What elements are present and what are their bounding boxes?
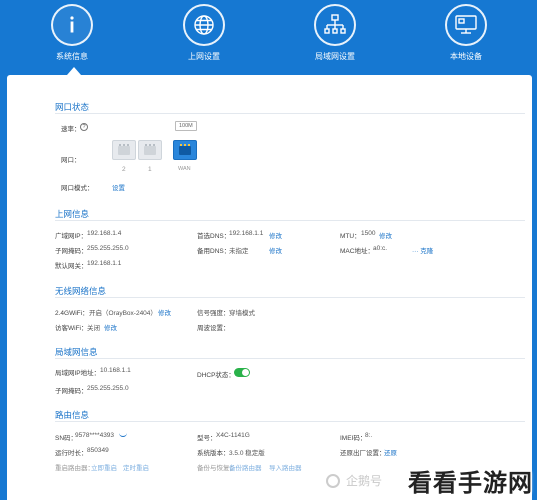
- divider: [55, 358, 525, 359]
- dhcp-status-label: DHCP状态：: [197, 372, 235, 379]
- primary-dns-value: 192.168.1.1: [229, 230, 264, 237]
- lan-port-1: [138, 140, 162, 160]
- mtu-edit-link[interactable]: 修改: [379, 230, 392, 240]
- nav-item-internet-settings[interactable]: 上网设置: [159, 4, 249, 62]
- top-nav: 系统信息 上网设置 局域网设置 本地设备: [0, 0, 537, 75]
- scheduled-reboot-link[interactable]: 定时重启: [123, 462, 149, 472]
- nav-item-lan-settings[interactable]: 局域网设置: [290, 4, 380, 62]
- version-value: 3.5.0 稳定版: [229, 450, 265, 457]
- mtu-value: 1500: [361, 230, 376, 237]
- monitor-icon: [445, 4, 487, 46]
- port-mode-label: 网口模式：: [61, 185, 94, 192]
- mtu-label: MTU：: [340, 233, 361, 240]
- info-icon: [51, 4, 93, 46]
- divider: [55, 421, 525, 422]
- imei-value: 8:.: [365, 432, 373, 439]
- subnet-value: 255.255.255.0: [87, 245, 129, 252]
- reboot-now-link[interactable]: 立即重启: [91, 462, 117, 472]
- section-title-lan-info: 局域网信息: [55, 347, 98, 357]
- mac-clone-link[interactable]: ··· 克隆: [412, 245, 433, 255]
- nav-label: 上网设置: [188, 52, 220, 61]
- lan-subnet-label: 子网掩码：: [55, 388, 88, 395]
- model-value: X4C-1141G: [216, 432, 250, 439]
- divider: [55, 220, 525, 221]
- backup-router-link[interactable]: 备份路由器: [229, 462, 262, 472]
- nav-item-system-info[interactable]: 系统信息: [27, 4, 117, 62]
- version-label: 系统版本：: [197, 450, 230, 457]
- signal-strength-value: 穿墙模式: [229, 310, 255, 317]
- wifi-value: 开启（OrayBox-2404）: [89, 310, 157, 317]
- uptime-label: 运行时长：: [55, 450, 88, 457]
- mac-label: MAC地址：: [340, 248, 374, 255]
- loading-icon: [119, 432, 127, 437]
- rate-label: 速率：: [61, 126, 81, 133]
- factory-reset-link[interactable]: 还原: [384, 447, 397, 457]
- guest-wifi-value: 关闭: [87, 325, 100, 332]
- section-title-router-info: 路由信息: [55, 410, 90, 420]
- port-mode-settings-link[interactable]: 设置: [112, 182, 125, 192]
- nav-label: 系统信息: [56, 52, 88, 61]
- section-title-port-status: 网口状态: [55, 102, 90, 112]
- section-title-internet-info: 上网信息: [55, 209, 90, 219]
- active-nav-pointer: [67, 67, 81, 75]
- nav-label: 局域网设置: [315, 52, 355, 61]
- port-number: WAN: [178, 166, 191, 172]
- help-icon[interactable]: ?: [80, 123, 88, 131]
- signal-strength-label: 信号强度：: [197, 310, 230, 317]
- guest-wifi-edit-link[interactable]: 修改: [104, 322, 117, 332]
- port-label: 网口：: [61, 157, 81, 164]
- speed-badge: 100M: [175, 121, 197, 131]
- section-title-wireless-info: 无线网络信息: [55, 286, 107, 296]
- watermark-right: 看看手游网: [408, 470, 533, 497]
- lan-subnet-value: 255.255.255.0: [87, 385, 129, 392]
- lan-port-2: [112, 140, 136, 160]
- globe-icon: [183, 4, 225, 46]
- imei-label: IMEI码：: [340, 435, 367, 442]
- wan-ip-label: 广域网IP：: [55, 233, 88, 240]
- wifi-label: 2.4GWiFi：: [55, 310, 89, 317]
- penguin-logo-icon: [326, 474, 340, 488]
- port-number: 1: [148, 166, 152, 173]
- nav-label: 本地设备: [450, 52, 482, 61]
- import-router-link[interactable]: 导入路由器: [269, 462, 302, 472]
- sn-value: 9578****4393: [75, 432, 115, 439]
- gateway-label: 默认网关：: [55, 263, 88, 270]
- divider: [55, 113, 525, 114]
- uptime-value: 850349: [87, 447, 109, 454]
- weekly-settings-label: 周波设置：: [197, 325, 230, 332]
- system-info-panel: 网口状态 速率： ? 100M 网口： 2 1 WAN 网口模式： 设置 上网信…: [7, 75, 532, 500]
- primary-dns-edit-link[interactable]: 修改: [269, 230, 282, 240]
- wifi-edit-link[interactable]: 修改: [158, 307, 171, 317]
- divider: [55, 297, 525, 298]
- nav-item-local-devices[interactable]: 本地设备: [421, 4, 511, 62]
- lan-ip-label: 局域网IP地址：: [55, 370, 101, 377]
- port-number: 2: [122, 166, 126, 173]
- primary-dns-label: 首选DNS：: [197, 233, 231, 240]
- secondary-dns-edit-link[interactable]: 修改: [269, 245, 282, 255]
- network-icon: [314, 4, 356, 46]
- wan-port: [173, 140, 197, 160]
- lan-ip-value: 10.168.1.1: [100, 367, 131, 374]
- watermark-left: 企鹅号: [346, 474, 383, 488]
- gateway-value: 192.168.1.1: [87, 260, 122, 267]
- guest-wifi-label: 访客WiFi：: [55, 325, 88, 332]
- subnet-label: 子网掩码：: [55, 248, 88, 255]
- wan-ip-value: 192.168.1.4: [87, 230, 122, 237]
- secondary-dns-value: 未指定: [229, 248, 249, 255]
- secondary-dns-label: 备用DNS：: [197, 248, 231, 255]
- dhcp-toggle[interactable]: [234, 368, 250, 377]
- model-label: 型号：: [197, 435, 217, 442]
- reboot-label: 重启路由器：: [55, 465, 94, 472]
- factory-reset-label: 还原出厂设置：: [340, 450, 386, 457]
- mac-value: a0:c.: [373, 245, 388, 252]
- sn-label: SN码：: [55, 435, 78, 442]
